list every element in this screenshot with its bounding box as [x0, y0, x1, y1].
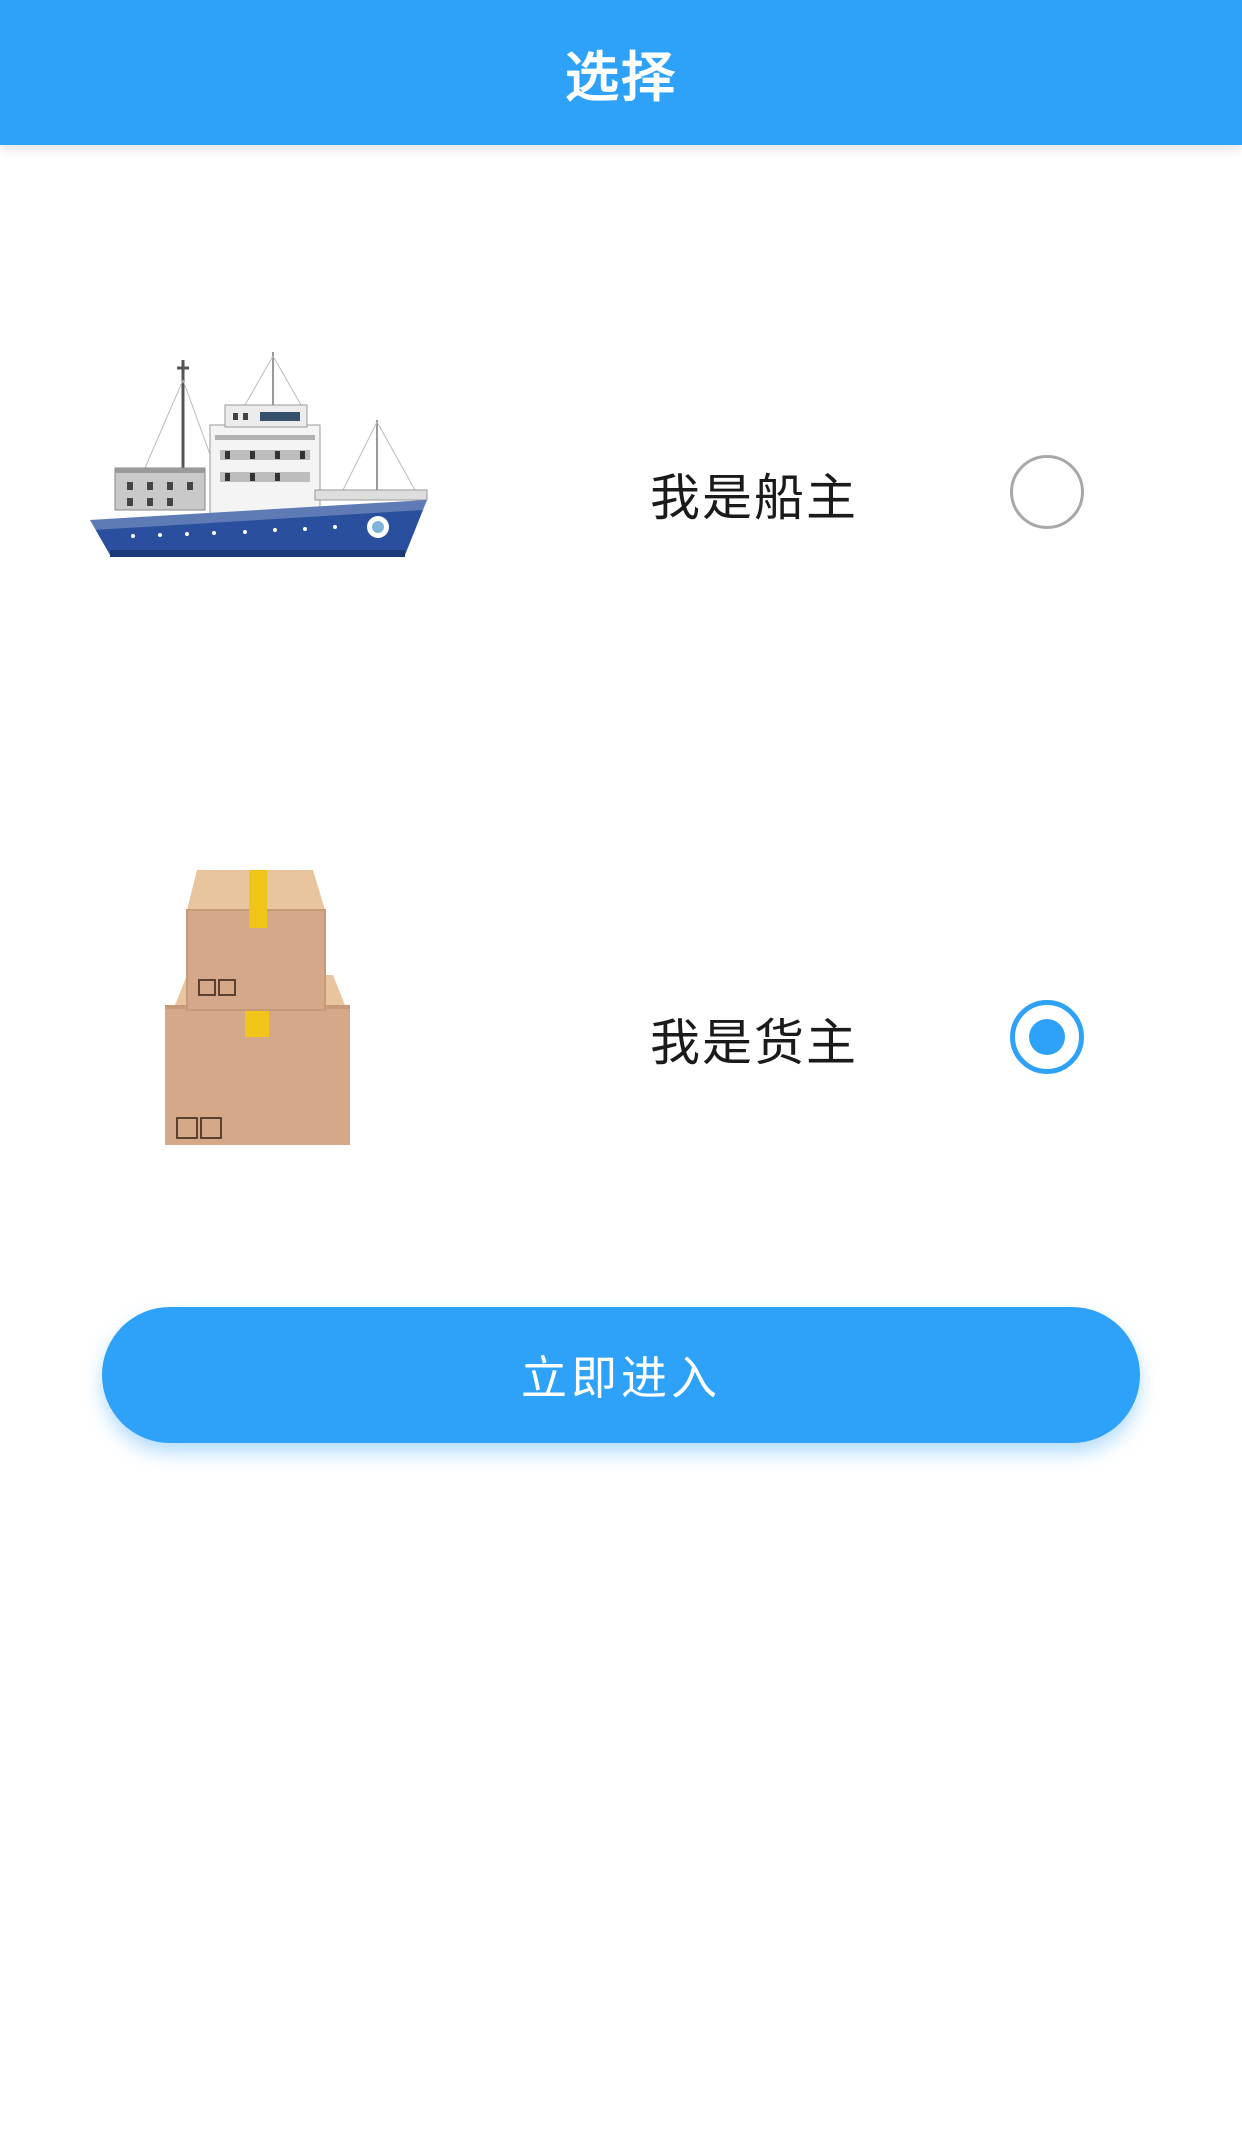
- cargo-owner-radio[interactable]: [1010, 1000, 1084, 1074]
- cargo-owner-label: 我是货主: [650, 1014, 858, 1072]
- radio-selected-dot: [1029, 1019, 1065, 1055]
- ship-owner-label: 我是船主: [650, 469, 858, 527]
- role-option-ship-owner[interactable]: 我是船主: [0, 330, 1242, 580]
- role-option-cargo-owner[interactable]: 我是货主: [0, 855, 1242, 1155]
- ship-owner-radio[interactable]: [1010, 455, 1084, 529]
- cargo-boxes-illustration: [165, 870, 350, 1145]
- ship-illustration: [90, 352, 428, 557]
- enter-now-button[interactable]: 立即进入: [102, 1307, 1140, 1443]
- role-select-screen: 选择 我是船主 我是货主 立即进入: [0, 0, 1242, 2142]
- app-header: 选择: [0, 0, 1242, 145]
- page-title: 选择: [565, 46, 677, 109]
